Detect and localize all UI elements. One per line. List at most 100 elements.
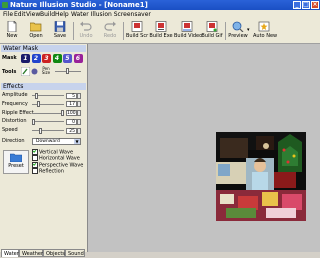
frequency-slider-thumb[interactable] xyxy=(36,101,40,108)
build-video-button[interactable]: Build Video xyxy=(174,20,203,42)
mask-button-1[interactable]: 1 xyxy=(21,54,30,63)
speed-value[interactable]: 25 xyxy=(66,127,77,134)
perspective-wave-checkbox[interactable]: Perspective Wave xyxy=(32,161,83,168)
toolbar-separator xyxy=(73,22,74,40)
ripple-effect-label: Ripple Effect xyxy=(2,109,34,116)
speed-label: Speed xyxy=(2,127,18,134)
direction-select[interactable]: Downward ▼ xyxy=(32,138,81,145)
distortion-slider-track[interactable] xyxy=(32,121,64,123)
build-screensaver-icon xyxy=(131,21,143,32)
save-button[interactable]: Save xyxy=(50,20,70,42)
preview-dropdown-arrow-icon[interactable]: ▾ xyxy=(247,27,250,33)
horizontal-wave-checkbox[interactable]: Horizontal Wave xyxy=(32,155,80,162)
preview-icon xyxy=(232,21,244,32)
tab-sound[interactable]: Sound xyxy=(65,249,85,257)
frequency-label: Frequency xyxy=(2,100,28,107)
amplitude-slider-thumb[interactable] xyxy=(34,92,38,99)
speed-slider-thumb[interactable] xyxy=(39,127,43,134)
menu-file[interactable]: File xyxy=(3,10,13,19)
redo-icon xyxy=(104,21,116,31)
frequency-value[interactable]: 17 xyxy=(66,101,77,108)
mask-button-5[interactable]: 5 xyxy=(63,54,72,63)
close-button[interactable]: × xyxy=(311,1,319,9)
build-scr-button[interactable]: Build Scr xyxy=(126,20,148,42)
menu-build[interactable]: Build xyxy=(40,10,55,19)
toolbar-separator xyxy=(123,22,124,40)
menu-view[interactable]: View xyxy=(26,10,40,19)
preset-folder-icon xyxy=(10,153,22,162)
build-gif-icon xyxy=(206,21,218,32)
build-scr-label: Build Scr xyxy=(126,33,149,39)
frequency-spinner[interactable] xyxy=(77,101,81,108)
menu-bar: File Edit View Build Help Water Illusion… xyxy=(0,10,320,19)
redo-label: Redo xyxy=(103,33,117,39)
build-video-label: Build Video xyxy=(174,33,203,39)
build-video-icon xyxy=(181,21,193,32)
checkbox-box[interactable] xyxy=(32,149,38,155)
distortion-slider-thumb[interactable] xyxy=(32,118,35,125)
tab-weather[interactable]: Weather xyxy=(19,249,43,257)
distortion-spinner[interactable] xyxy=(77,118,81,125)
mask-button-2[interactable]: 2 xyxy=(31,54,41,63)
mask-button-6[interactable]: 6 xyxy=(73,54,83,63)
menu-water-illusion-screensaver[interactable]: Water Illusion Screensaver xyxy=(71,10,151,19)
undo-icon xyxy=(80,21,92,31)
vertical-wave-checkbox[interactable]: Vertical Wave xyxy=(32,149,73,156)
preset-button[interactable]: Preset xyxy=(3,150,29,174)
water-mask-header: Water Mask xyxy=(1,45,86,52)
build-exe-icon xyxy=(155,21,167,32)
chevron-down-icon[interactable]: ▼ xyxy=(74,139,80,144)
undo-label: Undo xyxy=(79,33,93,39)
properties-panel: Water Mask Mask 123456 Tools Pen Size Ef… xyxy=(0,44,88,257)
undo-button[interactable]: Undo xyxy=(76,20,96,42)
tab-objects[interactable]: Objects xyxy=(43,249,65,257)
window-title: Nature Illusion Studio - [Noname1] xyxy=(10,1,148,9)
photo-image xyxy=(216,132,306,221)
direction-label: Direction xyxy=(2,138,25,144)
distortion-value[interactable]: 0 xyxy=(66,118,77,125)
speed-slider-track[interactable] xyxy=(32,130,64,132)
reflection-checkbox[interactable]: Reflection xyxy=(32,167,64,175)
ripple-effect-slider-track[interactable] xyxy=(32,112,64,114)
open-button[interactable]: Open xyxy=(26,20,46,42)
menu-edit[interactable]: Edit xyxy=(14,10,26,19)
app-icon xyxy=(2,2,8,8)
amplitude-value[interactable]: 5 xyxy=(66,92,77,99)
save-label: Save xyxy=(53,33,67,39)
speed-spinner[interactable] xyxy=(77,127,81,134)
auto-new-button[interactable]: Auto New xyxy=(253,20,277,42)
mask-button-3[interactable]: 3 xyxy=(42,54,51,63)
build-gif-button[interactable]: Build Gif xyxy=(201,20,223,42)
maximize-button[interactable]: □ xyxy=(302,1,310,9)
save-icon xyxy=(54,21,66,32)
pen-size-slider-thumb[interactable] xyxy=(66,68,69,74)
tab-water[interactable]: Water xyxy=(1,249,19,257)
distortion-label: Distortion xyxy=(2,118,27,125)
new-document-icon xyxy=(7,21,17,32)
title-bar: Nature Illusion Studio - [Noname1] _ □ × xyxy=(0,0,320,10)
ripple-effect-slider-thumb[interactable] xyxy=(61,110,64,117)
brush-tool-icon[interactable] xyxy=(21,67,30,76)
folder-icon xyxy=(30,22,42,32)
toolbar: New Open Save Undo Redo Build Scr Build … xyxy=(0,19,320,44)
ripple-effect-spinner[interactable] xyxy=(77,110,81,117)
new-label: New xyxy=(6,33,18,39)
amplitude-spinner[interactable] xyxy=(77,92,81,99)
effects-header: Effects xyxy=(1,83,86,90)
build-exe-button[interactable]: Build Exe xyxy=(149,20,173,42)
checkbox-box[interactable] xyxy=(32,161,38,168)
checkbox-box[interactable] xyxy=(32,167,38,174)
minimize-button[interactable]: _ xyxy=(293,1,301,9)
redo-button[interactable]: Redo xyxy=(100,20,120,42)
eraser-tool-icon[interactable] xyxy=(31,68,38,75)
direction-value: Downward xyxy=(36,139,60,144)
canvas-area[interactable] xyxy=(88,44,320,252)
mask-button-4[interactable]: 4 xyxy=(52,54,62,63)
new-button[interactable]: New xyxy=(2,20,22,42)
reflection-label: Reflection xyxy=(39,168,64,175)
ripple-effect-value[interactable]: 100 xyxy=(66,110,77,117)
checkbox-box[interactable] xyxy=(32,155,38,162)
preview-button[interactable]: Preview xyxy=(227,20,249,42)
scene-photo[interactable] xyxy=(216,132,306,221)
menu-help[interactable]: Help xyxy=(55,10,69,19)
